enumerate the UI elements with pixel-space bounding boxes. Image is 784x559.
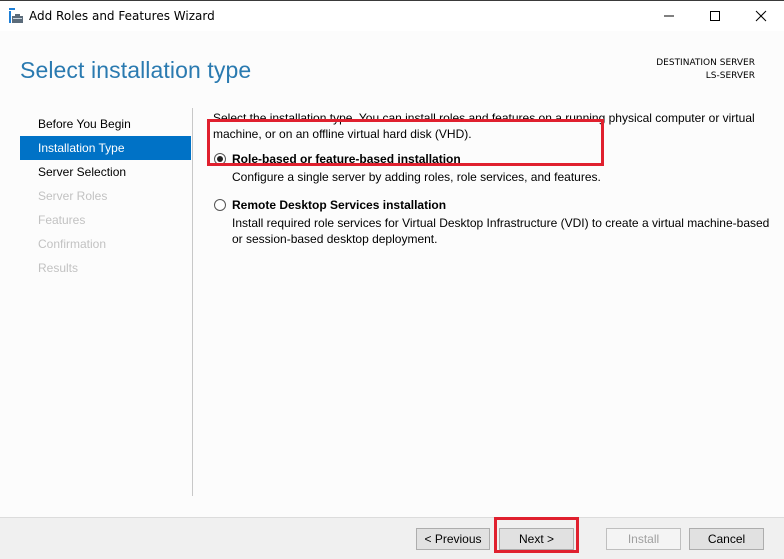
wizard-steps-nav: Before You Begin Installation Type Serve… [20, 112, 191, 280]
wizard-app-icon [8, 8, 24, 24]
destination-server-name: LS-SERVER [705, 71, 755, 81]
content-panel: Select the installation type. You can in… [213, 110, 773, 247]
option-role-based[interactable]: Role-based or feature-based installation… [213, 151, 773, 185]
close-icon [755, 10, 767, 22]
nav-item-confirmation: Confirmation [38, 237, 107, 251]
destination-server-info: DESTINATION SERVER LS-SERVER [656, 57, 755, 83]
option-label[interactable]: Remote Desktop Services installation [232, 197, 773, 213]
nav-item-before-you-begin[interactable]: Before You Begin [20, 112, 191, 136]
cancel-button[interactable]: Cancel [689, 528, 764, 550]
minimize-button[interactable] [646, 1, 692, 31]
nav-divider [192, 108, 193, 496]
maximize-button[interactable] [692, 1, 738, 31]
previous-button[interactable]: < Previous [416, 528, 490, 550]
wizard-footer: < Previous Next > Install Cancel [0, 517, 784, 559]
window-title: Add Roles and Features Wizard [29, 9, 215, 23]
nav-item-installation-type[interactable]: Installation Type [20, 136, 191, 160]
title-bar: Add Roles and Features Wizard [0, 0, 784, 31]
next-button[interactable]: Next > [499, 528, 574, 550]
nav-item-features: Features [38, 213, 86, 227]
page-title: Select installation type [20, 57, 252, 83]
close-button[interactable] [738, 1, 784, 31]
radio-remote-desktop[interactable] [214, 199, 226, 211]
nav-item-results: Results [38, 261, 79, 275]
nav-item-server-roles: Server Roles [38, 189, 108, 203]
destination-server-label: DESTINATION SERVER [656, 58, 755, 68]
intro-text: Select the installation type. You can in… [213, 111, 755, 141]
option-remote-desktop[interactable]: Remote Desktop Services installation Ins… [213, 197, 773, 247]
maximize-icon [710, 11, 720, 21]
nav-item-server-selection[interactable]: Server Selection [20, 160, 191, 184]
install-button: Install [606, 528, 681, 550]
option-description: Install required role services for Virtu… [232, 216, 770, 246]
minimize-icon [664, 15, 674, 17]
option-label[interactable]: Role-based or feature-based installation [232, 151, 773, 167]
radio-role-based[interactable] [214, 153, 226, 165]
option-description: Configure a single server by adding role… [232, 170, 601, 184]
wizard-body: Select installation type DESTINATION SER… [0, 31, 784, 517]
